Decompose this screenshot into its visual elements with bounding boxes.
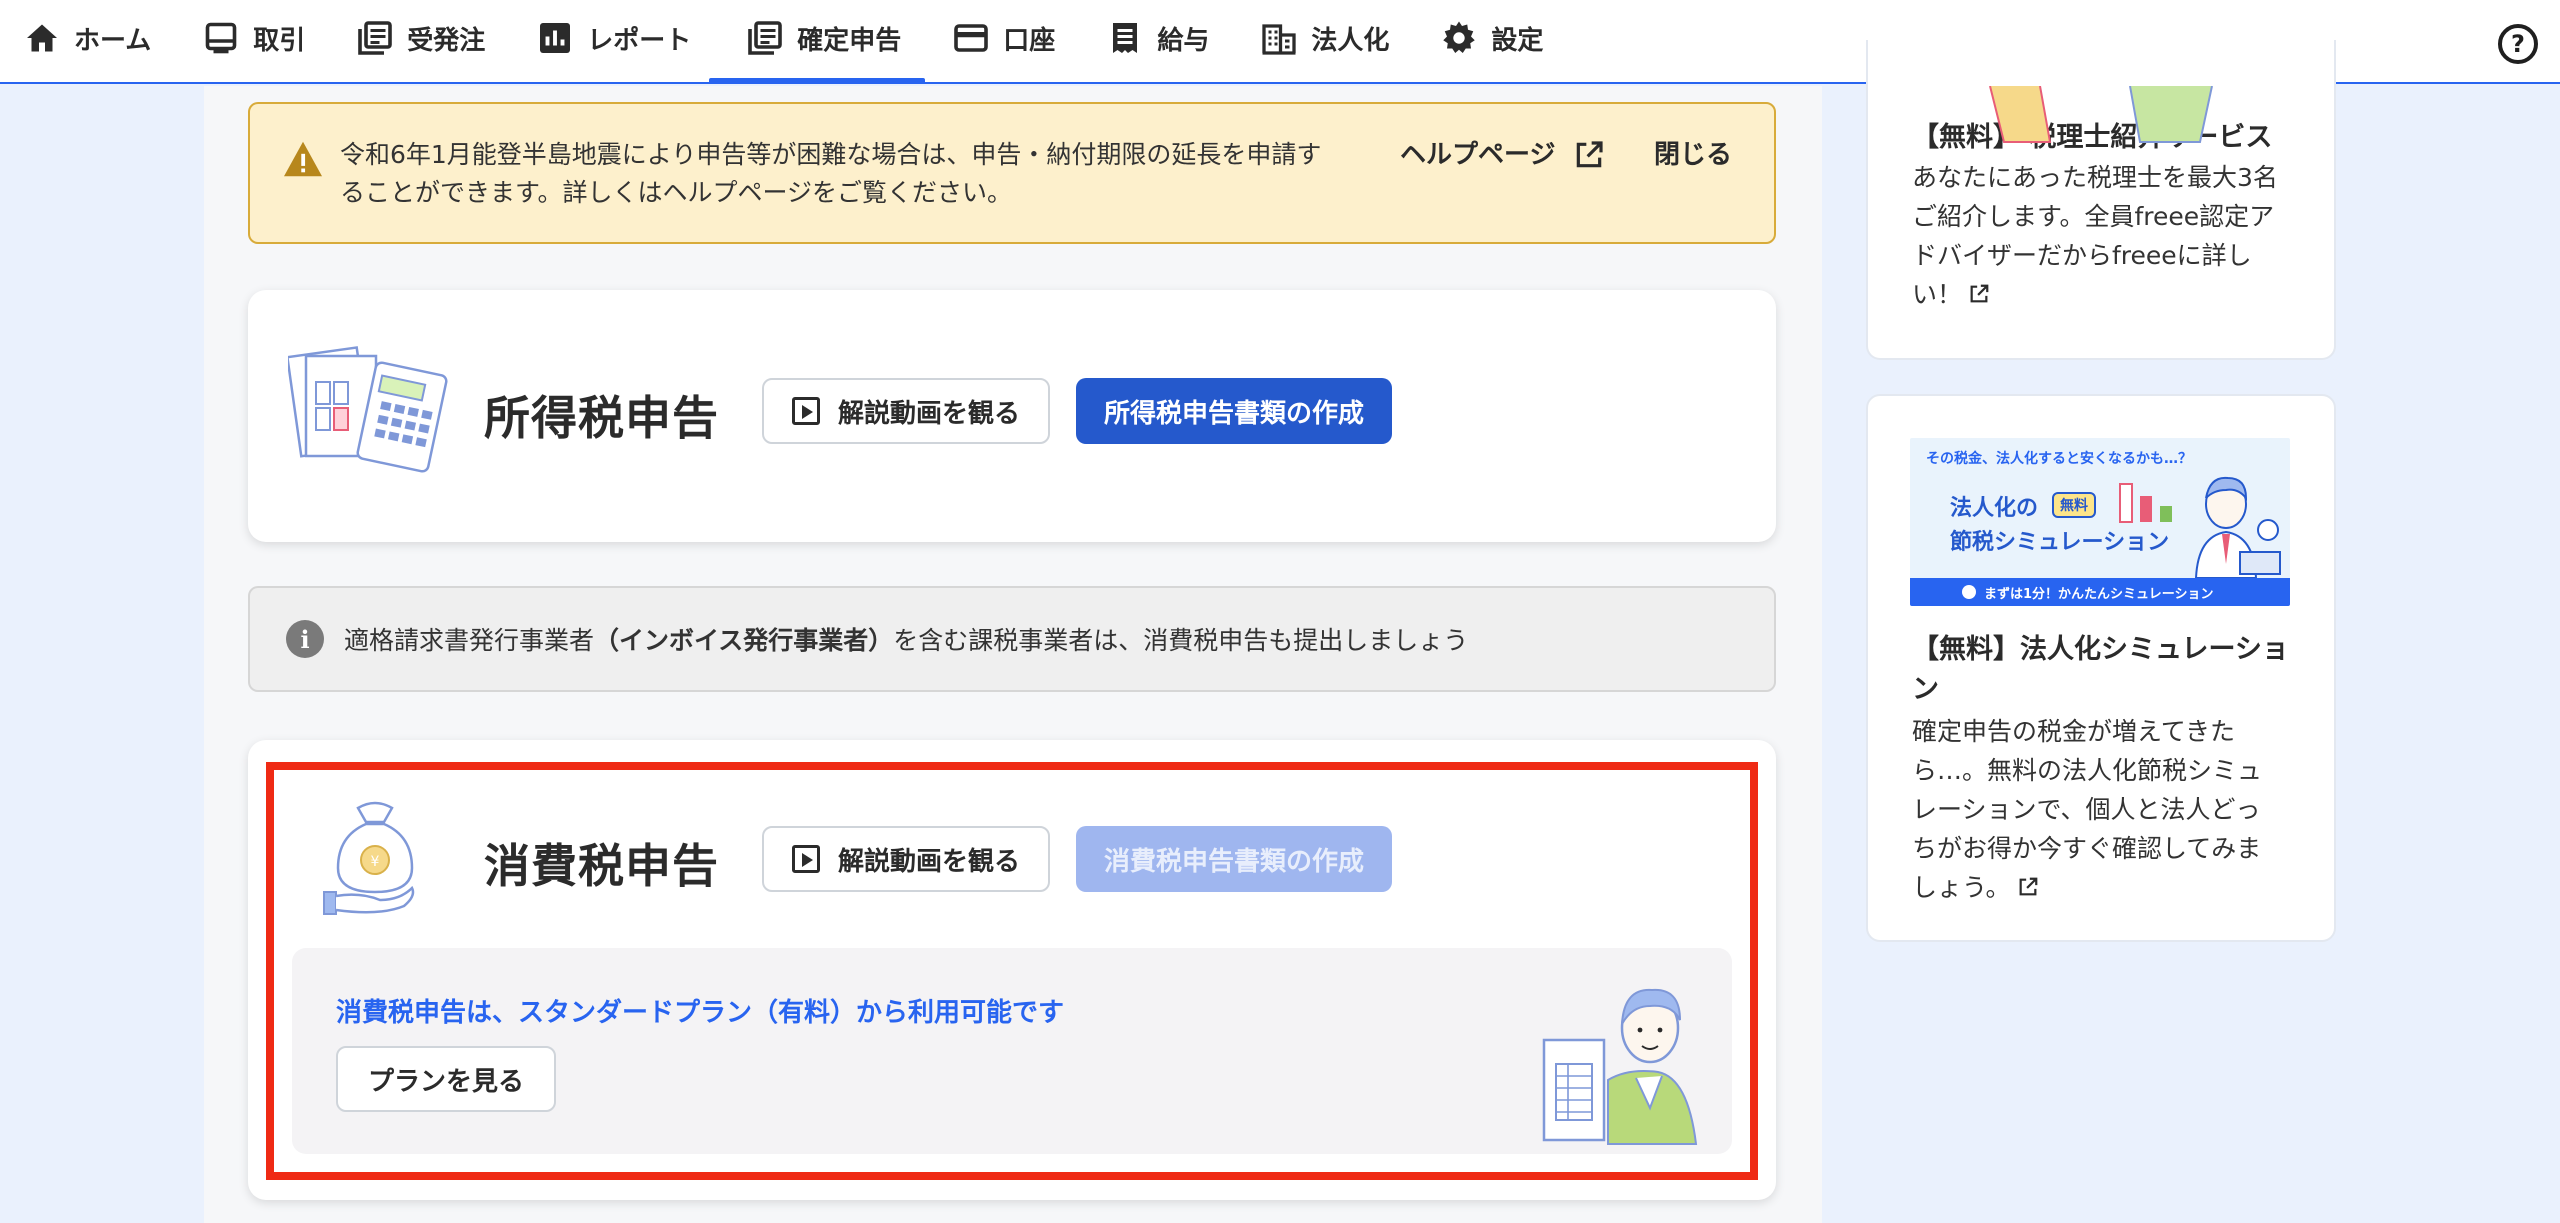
account-card-icon <box>954 24 989 52</box>
promo-1-body: あなたにあった税理士を最大3名ご紹介します。全員freee認定アドバイザーだから… <box>1912 158 2278 314</box>
external-link-icon <box>1577 141 1604 168</box>
warning-icon <box>284 141 322 177</box>
help-page-link[interactable]: ヘルプページ <box>1400 136 1605 174</box>
income-tax-video-button[interactable]: 解説動画を観る <box>762 378 1051 444</box>
home-icon <box>27 24 57 52</box>
nav-home[interactable]: ホーム <box>20 0 183 82</box>
nav-reports[interactable]: レポート <box>533 0 723 82</box>
transaction-icon <box>205 22 237 54</box>
play-icon <box>792 397 820 425</box>
consumption-tax-create-button[interactable]: 消費税申告書類の作成 <box>1076 826 1392 892</box>
banner-free-badge: 無料 <box>2052 492 2096 518</box>
nav-tax-return-label: 確定申告 <box>797 25 902 56</box>
external-link-icon <box>2019 877 2037 896</box>
person-with-document-illustration <box>1542 988 1698 1145</box>
nav-settings-label: 設定 <box>1491 25 1544 56</box>
promo-2-body-text: 確定申告の税金が増えてきたら…。無料の法人化節税シミュレーションで、個人と法人ど… <box>1912 717 2263 902</box>
help-page-label: ヘルプページ <box>1400 140 1556 170</box>
info-text-before: 適格請求書発行事業者 <box>344 626 595 655</box>
banner-top-text: その税金、法人化すると安くなるかも…？ <box>1926 451 2192 467</box>
nav-payroll[interactable]: 給与 <box>1103 0 1241 82</box>
help-icon[interactable]: ? <box>2498 24 2538 64</box>
alert-message: 令和6年1月能登半島地震により申告等が困難な場合は、申告・納付期限の延長を申請す… <box>340 140 1322 207</box>
invoice-info-bar: i 適格請求書発行事業者（インボイス発行事業者）を含む課税事業者は、消費税申告も… <box>248 586 1776 692</box>
tax-return-icon <box>748 21 783 55</box>
gear-icon <box>1443 21 1476 53</box>
promo-illustration-top <box>1989 86 2213 143</box>
banner-footer: まずは1分！かんたんシミュレーション <box>1910 578 2290 606</box>
income-tax-card: 所得税申告 解説動画を観る 所得税申告書類の作成 <box>248 290 1776 542</box>
nav-incorporation[interactable]: 法人化 <box>1257 0 1421 82</box>
businessman-illustration <box>2194 476 2281 578</box>
report-icon <box>540 23 571 53</box>
promo-1-body-text: あなたにあった税理士を最大3名ご紹介します。全員freee認定アドバイザーだから… <box>1912 163 2278 309</box>
plan-message: 消費税申告は、スタンダードプラン（有料）から利用可能です <box>336 998 1065 1028</box>
promo-2-title: 【無料】法人化シミュレーション <box>1912 634 2289 705</box>
view-plans-button[interactable]: プランを見る <box>336 1046 557 1112</box>
consumption-tax-video-button[interactable]: 解説動画を観る <box>762 826 1051 892</box>
external-link-icon <box>1970 284 1989 303</box>
income-tax-video-label: 解説動画を観る <box>838 398 1021 429</box>
nav-accounts-label: 口座 <box>1003 25 1056 56</box>
banner-line1: 法人化の <box>1950 496 2039 521</box>
bar-chart-icon <box>2119 483 2172 523</box>
info-text: 適格請求書発行事業者（インボイス発行事業者）を含む課税事業者は、消費税申告も提出… <box>344 621 1468 657</box>
banner-footer-text: まずは1分！かんたんシミュレーション <box>1984 586 2214 602</box>
nav-reports-label: レポート <box>587 25 692 56</box>
nav-orders-label: 受発注 <box>407 25 486 56</box>
nav-transactions-label: 取引 <box>253 25 306 56</box>
income-tax-create-button[interactable]: 所得税申告書類の作成 <box>1076 378 1392 444</box>
nav-incorporation-label: 法人化 <box>1311 25 1390 56</box>
consumption-tax-video-label: 解説動画を観る <box>838 846 1021 877</box>
play-icon <box>792 845 820 873</box>
money-bag-hand-icon: ¥ <box>323 801 415 915</box>
plan-upgrade-box: 消費税申告は、スタンダードプラン（有料）から利用可能です プランを見る <box>292 948 1732 1154</box>
earthquake-alert: 令和6年1月能登半島地震により申告等が困難な場合は、申告・納付期限の延長を申請す… <box>248 102 1776 244</box>
building-icon <box>1262 24 1296 55</box>
incorporation-simulation-banner[interactable]: その税金、法人化すると安くなるかも…？ 法人化の 無料 節税シミュレーション ま… <box>1910 438 2290 606</box>
nav-settings[interactable]: 設定 <box>1437 0 1575 82</box>
income-tax-title: 所得税申告 <box>484 391 719 445</box>
nav-payroll-label: 給与 <box>1157 25 1210 56</box>
nav-transactions[interactable]: 取引 <box>199 0 337 82</box>
nav-home-label: ホーム <box>74 25 152 56</box>
nav-orders[interactable]: 受発注 <box>353 0 517 82</box>
nav-accounts[interactable]: 口座 <box>949 0 1087 82</box>
info-text-bold: （インボイス発行事業者） <box>594 626 894 655</box>
info-text-after: を含む課税事業者は、消費税申告も提出しましょう <box>893 626 1469 655</box>
promo-2-body: 確定申告の税金が増えてきたら…。無料の法人化節税シミュレーションで、個人と法人ど… <box>1912 712 2284 907</box>
nav-tax-return[interactable]: 確定申告 <box>709 0 933 84</box>
orders-icon <box>358 21 393 55</box>
payroll-icon <box>1113 23 1138 53</box>
calculator-documents-icon <box>288 346 448 473</box>
tax-accountant-promo-card[interactable]: 【無料】 税理士紹介サービス あなたにあった税理士を最大3名ご紹介します。全員f… <box>1866 40 2336 360</box>
consumption-tax-title: 消費税申告 <box>484 839 719 893</box>
svg-text:¥: ¥ <box>371 854 380 870</box>
play-circle-icon <box>1962 585 1976 599</box>
info-icon: i <box>286 620 324 658</box>
banner-line2: 節税シミュレーション <box>1950 530 2170 555</box>
alert-close-button[interactable]: 閉じる <box>1654 136 1732 174</box>
